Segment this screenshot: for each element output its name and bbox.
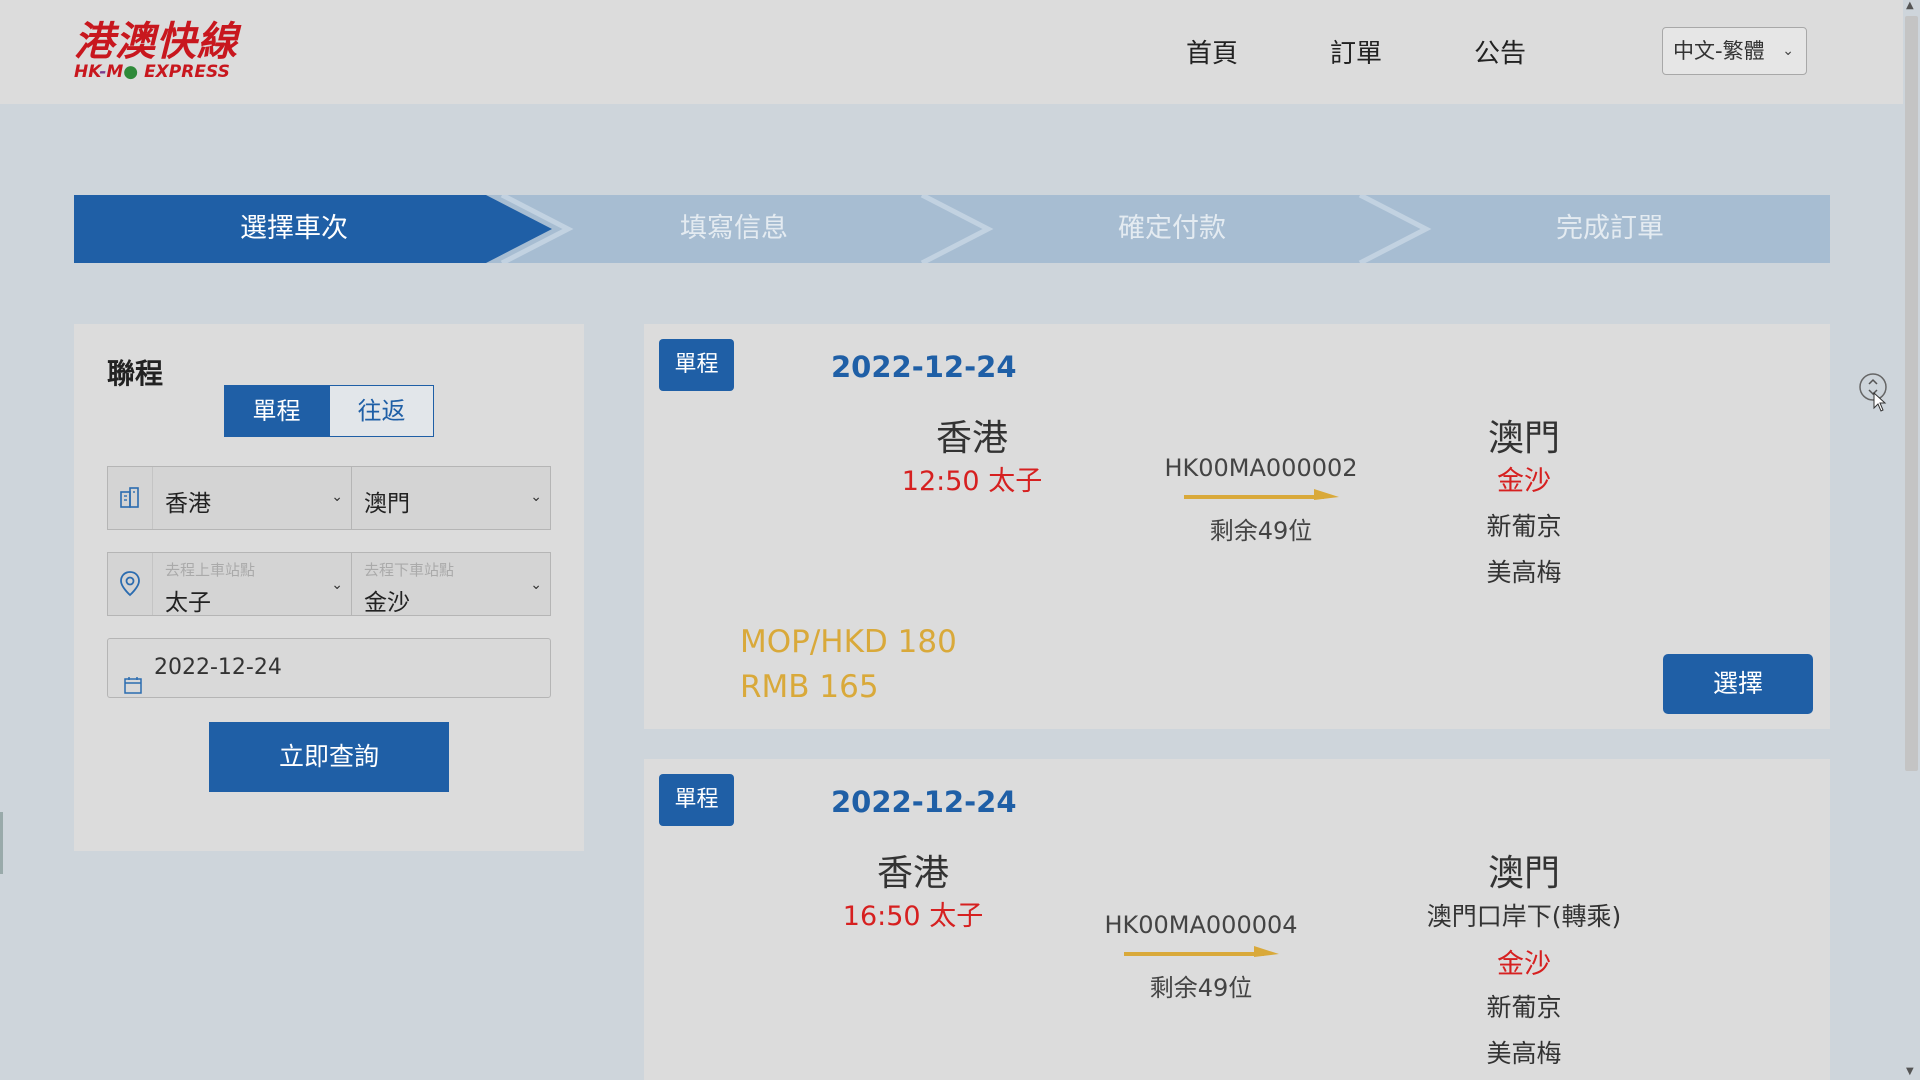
train-number: HK00MA000004 — [1104, 911, 1298, 939]
chevron-down-icon: ⌄ — [530, 577, 542, 593]
scroll-thumb[interactable] — [1905, 16, 1918, 771]
logo-english-text: HK-M● EXPRESS — [74, 62, 230, 82]
language-select[interactable]: 中文-繁體 ⌄ — [1662, 27, 1807, 75]
language-value: 中文-繁體 — [1673, 39, 1765, 63]
to-stop-value: 金沙 — [364, 590, 410, 616]
select-trip-button[interactable]: 選擇 — [1663, 654, 1813, 714]
destination-city: 澳門 — [1487, 853, 1560, 894]
depart-time-stop: 12:50 太子 — [901, 466, 1043, 497]
logo-chinese-text: 港澳快線 — [74, 18, 238, 65]
top-header: 港澳快線 HK-M● EXPRESS 首頁 訂單 公告 中文-繁體 ⌄ — [0, 0, 1903, 104]
nav-announcements[interactable]: 公告 — [1428, 32, 1572, 76]
mouse-cursor-icon — [1873, 391, 1887, 416]
main-nav: 首頁 訂單 公告 — [1140, 32, 1572, 76]
date-input[interactable]: 2022-12-24 — [107, 638, 551, 698]
seats-remaining: 剩余49位 — [1149, 974, 1253, 1002]
route-arrow-icon — [1124, 946, 1279, 957]
brand-logo[interactable]: 港澳快線 HK-M● EXPRESS — [74, 18, 254, 84]
trip-date: 2022-12-24 — [831, 785, 1017, 819]
scroll-up-icon[interactable]: ▲ — [1906, 0, 1914, 11]
origin-city: 香港 — [935, 418, 1008, 459]
trip-type-badge: 單程 — [659, 339, 734, 391]
trip-card: 單程 2022-12-24 香港 16:50 太子 HK00MA000004 剩… — [644, 759, 1830, 1080]
stop-row: 去程上車站點 太子 ⌄ 去程下車站點 金沙 ⌄ — [107, 552, 551, 616]
drop-stop: 澳門口岸下(轉乘) — [1426, 902, 1622, 931]
scroll-down-icon[interactable]: ▼ — [1906, 1066, 1914, 1077]
from-stop-placeholder: 去程上車站點 — [165, 561, 256, 579]
chevron-down-icon: ⌄ — [1782, 43, 1794, 59]
step-confirm-payment: 確定付款 — [1118, 213, 1226, 244]
date-value: 2022-12-24 — [154, 655, 282, 680]
nav-orders[interactable]: 訂單 — [1284, 32, 1428, 76]
route-arrow-icon — [1184, 489, 1339, 500]
to-stop-select[interactable]: 去程下車站點 金沙 ⌄ — [352, 553, 550, 616]
calendar-icon — [124, 659, 142, 717]
step-fill-info: 填寫信息 — [680, 213, 788, 244]
panel-title: 聯程 — [107, 357, 164, 390]
edge-tab[interactable] — [0, 812, 3, 874]
drop-stop: 金沙 — [1497, 949, 1551, 980]
train-number: HK00MA000002 — [1164, 454, 1358, 482]
one-way-button[interactable]: 單程 — [224, 385, 329, 437]
drop-stop: 新葡京 — [1486, 512, 1562, 541]
step-complete-order: 完成訂單 — [1556, 213, 1664, 244]
trip-type-toggle: 單程 往返 — [224, 385, 434, 437]
drop-stop: 新葡京 — [1486, 993, 1562, 1022]
seats-remaining: 剩余49位 — [1209, 517, 1313, 545]
from-city-value: 香港 — [165, 491, 211, 517]
to-city-value: 澳門 — [364, 491, 410, 517]
chevron-down-icon: ⌄ — [331, 489, 343, 505]
search-now-button[interactable]: 立即查詢 — [209, 722, 449, 792]
building-icon — [108, 467, 153, 529]
drop-stop: 美高梅 — [1486, 1039, 1562, 1068]
city-row: 香港 ⌄ 澳門 ⌄ — [107, 466, 551, 530]
drop-stop: 美高梅 — [1486, 558, 1562, 587]
from-stop-value: 太子 — [165, 590, 211, 616]
to-stop-placeholder: 去程下車站點 — [364, 561, 455, 579]
chevron-down-icon: ⌄ — [331, 577, 343, 593]
location-pin-icon — [108, 553, 153, 615]
price-rmb: RMB 165 — [740, 669, 879, 705]
search-panel: 聯程 單程 往返 香港 ⌄ 澳門 ⌄ 去程上車站點 太子 ⌄ 去程下車站點 金沙… — [74, 324, 584, 851]
depart-time-stop: 16:50 太子 — [842, 901, 984, 932]
price-mop-hkd: MOP/HKD 180 — [740, 624, 957, 660]
page-scrollbar[interactable]: ▲ ▼ — [1903, 0, 1920, 1080]
to-city-select[interactable]: 澳門 ⌄ — [352, 467, 550, 529]
trip-type-badge: 單程 — [659, 774, 734, 826]
chevron-down-icon: ⌄ — [530, 489, 542, 505]
round-trip-button[interactable]: 往返 — [329, 385, 434, 437]
trip-date: 2022-12-24 — [831, 350, 1017, 384]
nav-home[interactable]: 首頁 — [1140, 32, 1284, 76]
step-select-train: 選擇車次 — [240, 213, 348, 244]
booking-steps: 選擇車次 填寫信息 確定付款 完成訂單 — [74, 195, 1830, 263]
origin-city: 香港 — [876, 853, 949, 894]
drop-stop: 金沙 — [1497, 466, 1551, 497]
destination-city: 澳門 — [1487, 418, 1560, 459]
from-city-select[interactable]: 香港 ⌄ — [153, 467, 352, 529]
from-stop-select[interactable]: 去程上車站點 太子 ⌄ — [153, 553, 352, 616]
trip-card: 單程 2022-12-24 香港 12:50 太子 HK00MA000002 剩… — [644, 324, 1830, 729]
